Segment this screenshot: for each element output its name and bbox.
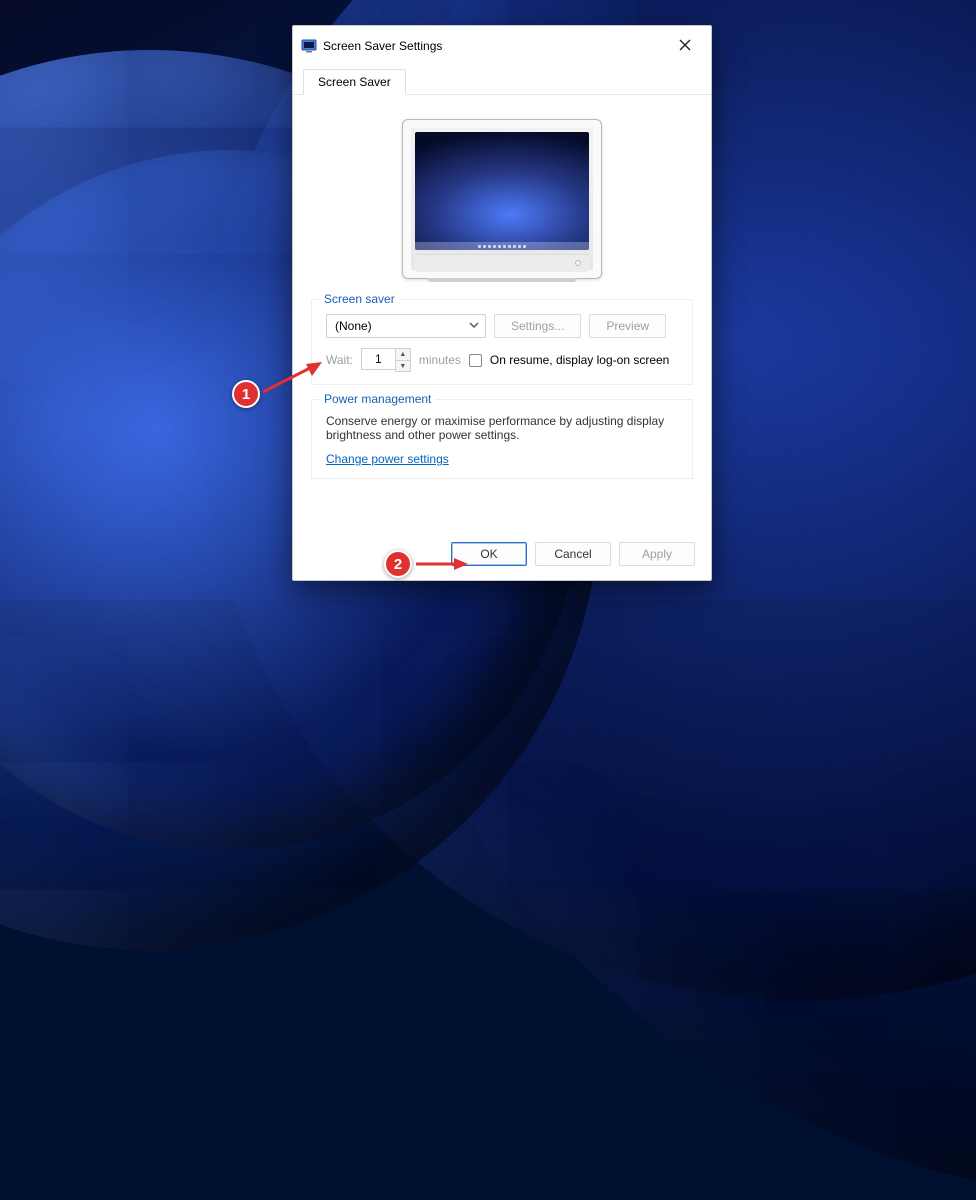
preview-taskbar: [415, 242, 589, 250]
wait-unit-label: minutes: [419, 353, 461, 367]
annotation-arrow-2: [414, 556, 468, 572]
preview-monitor-feet: [427, 278, 577, 282]
cancel-button[interactable]: Cancel: [535, 542, 611, 566]
dialog-body: Screen saver (None) Settings... Preview …: [293, 95, 711, 532]
settings-button[interactable]: Settings...: [494, 314, 581, 338]
preview-monitor-screen: [415, 132, 589, 250]
annotation-arrow-1: [260, 360, 322, 400]
resume-logon-label: On resume, display log-on screen: [490, 353, 669, 367]
annotation-badge-2: 2: [384, 550, 412, 578]
preview-monitor-wrap: [311, 107, 693, 285]
tab-screensaver[interactable]: Screen Saver: [303, 69, 406, 95]
annotation-badge-1-text: 1: [242, 386, 250, 403]
resume-logon-checkbox[interactable]: [469, 354, 482, 367]
preview-monitor-led: [575, 260, 581, 266]
power-management-description: Conserve energy or maximise performance …: [326, 414, 678, 442]
title-left: Screen Saver Settings: [301, 38, 442, 54]
wait-spinner: ▲ ▼: [395, 348, 411, 372]
preview-monitor-base: [415, 254, 589, 272]
screensaver-select-value: (None): [335, 319, 372, 333]
screensaver-select[interactable]: (None): [326, 314, 486, 338]
titlebar[interactable]: Screen Saver Settings: [293, 26, 711, 60]
wait-spinner-up[interactable]: ▲: [396, 349, 410, 360]
preview-monitor: [402, 119, 602, 279]
close-button[interactable]: [669, 32, 701, 60]
annotation-badge-2-text: 2: [394, 556, 402, 573]
change-power-settings-link[interactable]: Change power settings: [326, 452, 449, 466]
chevron-down-icon: [469, 319, 479, 333]
close-icon: [679, 39, 691, 54]
tabstrip: Screen Saver: [293, 60, 711, 95]
apply-button[interactable]: Apply: [619, 542, 695, 566]
preview-button[interactable]: Preview: [589, 314, 666, 338]
annotation-badge-1: 1: [232, 380, 260, 408]
power-management-group: Power management Conserve energy or maxi…: [311, 399, 693, 479]
dialog-footer: OK Cancel Apply: [293, 532, 711, 580]
wait-minutes-input[interactable]: [361, 348, 395, 370]
screensaver-group: Screen saver (None) Settings... Preview …: [311, 299, 693, 385]
wait-spinner-down[interactable]: ▼: [396, 360, 410, 371]
wait-label: Wait:: [326, 353, 353, 367]
power-management-title: Power management: [320, 392, 435, 406]
screen-saver-settings-dialog: Screen Saver Settings Screen Saver: [292, 25, 712, 581]
screensaver-group-title: Screen saver: [320, 292, 399, 306]
screen-saver-icon: [301, 38, 317, 54]
window-title: Screen Saver Settings: [323, 39, 442, 53]
